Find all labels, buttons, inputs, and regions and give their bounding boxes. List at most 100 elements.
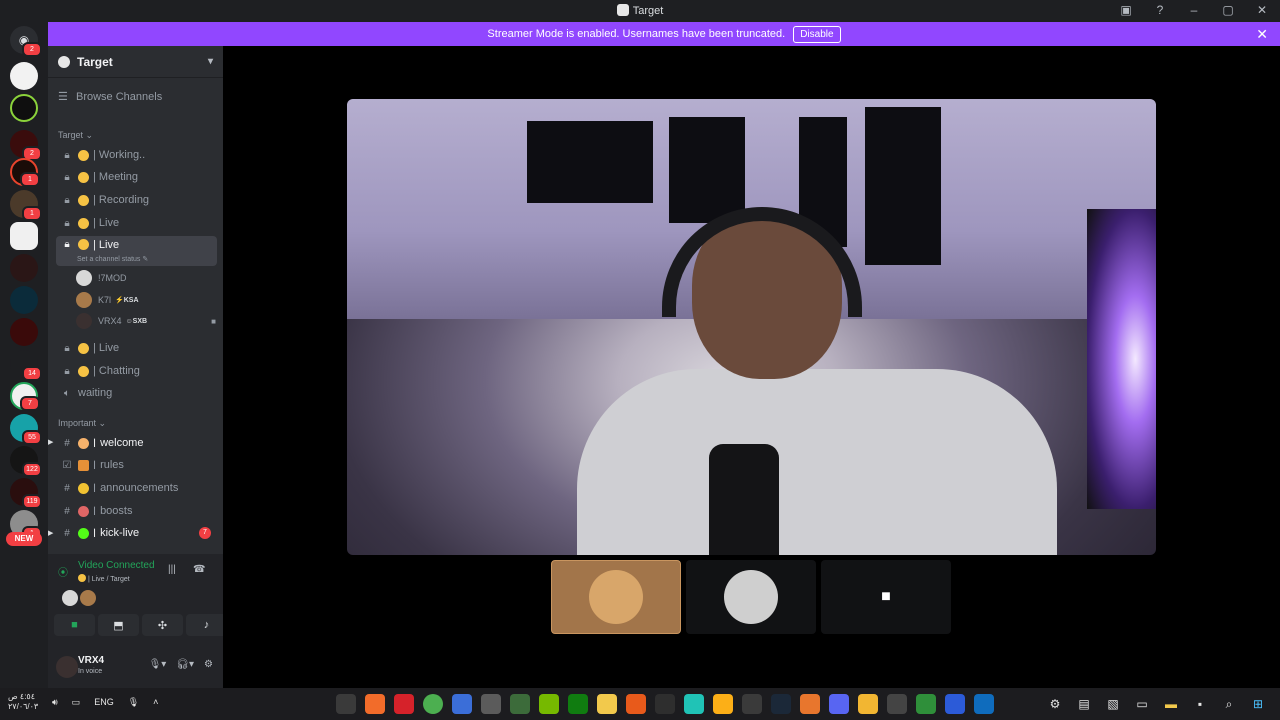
- server-icon[interactable]: 14: [10, 350, 42, 381]
- language-indicator[interactable]: ENG: [94, 697, 114, 708]
- category-important[interactable]: Important ⌄: [58, 418, 106, 429]
- app-icon[interactable]: ▤: [1074, 694, 1094, 714]
- app-icon[interactable]: [336, 694, 356, 714]
- chrome-icon[interactable]: [423, 694, 443, 714]
- microphone-icon[interactable]: 🎙︎: [128, 697, 139, 708]
- photos-icon[interactable]: ▧: [1103, 694, 1123, 714]
- camera-button[interactable]: ■: [54, 614, 95, 636]
- channel-waiting[interactable]: 🔈︎ waiting: [56, 383, 217, 403]
- app-icon[interactable]: [945, 694, 965, 714]
- epic-games-icon[interactable]: [655, 694, 675, 714]
- screen-share-button[interactable]: ⬒: [98, 614, 139, 636]
- channel-meeting[interactable]: 🔒︎ | Meeting: [56, 167, 217, 187]
- maximize-button[interactable]: ▢: [1220, 3, 1236, 17]
- voice-status-title[interactable]: Video Connected: [78, 560, 155, 571]
- opera-icon[interactable]: [394, 694, 414, 714]
- server-icon[interactable]: 1: [10, 190, 42, 221]
- app-icon[interactable]: [452, 694, 472, 714]
- voice-member[interactable]: K7l ⚡KSA: [76, 291, 216, 309]
- server-header[interactable]: Target ▾: [48, 46, 223, 78]
- app-icon[interactable]: [887, 694, 907, 714]
- channel-status[interactable]: Set a channel status ✎: [77, 255, 148, 263]
- app-icon[interactable]: ▪: [1190, 694, 1210, 714]
- category-target[interactable]: Target ⌄: [58, 130, 93, 141]
- app-icon[interactable]: [916, 694, 936, 714]
- app-icon[interactable]: [597, 694, 617, 714]
- minimize-button[interactable]: –: [1186, 3, 1202, 17]
- app-icon[interactable]: [481, 694, 501, 714]
- channel-rules[interactable]: ☑ ا rules: [56, 455, 217, 475]
- server-icon[interactable]: 55: [10, 414, 42, 445]
- discord-icon[interactable]: [829, 694, 849, 714]
- outlook-icon[interactable]: [974, 694, 994, 714]
- app-icon[interactable]: ▭: [1132, 694, 1152, 714]
- chevron-up-icon[interactable]: ˄: [153, 697, 158, 708]
- channel-announcements[interactable]: # ا announcements: [56, 478, 217, 498]
- folder-icon[interactable]: ▬: [1161, 694, 1181, 714]
- gear-icon[interactable]: ⚙: [204, 659, 213, 670]
- disconnect-icon[interactable]: ☎: [193, 564, 205, 575]
- server-icon[interactable]: 122: [10, 446, 42, 477]
- server-icon[interactable]: [10, 318, 38, 346]
- activities-button[interactable]: ✣: [142, 614, 183, 636]
- app-icon[interactable]: [365, 694, 385, 714]
- server-icon[interactable]: [10, 286, 38, 314]
- inbox-icon[interactable]: ▣: [1118, 3, 1134, 17]
- microphone-icon[interactable]: 🎙︎▾: [149, 659, 167, 670]
- close-button[interactable]: ✕: [1254, 3, 1270, 17]
- server-icon[interactable]: [10, 254, 38, 282]
- help-icon[interactable]: ?: [1152, 3, 1168, 17]
- steam-icon[interactable]: [771, 694, 791, 714]
- channel-working[interactable]: 🔒︎ | Working..: [56, 145, 217, 165]
- server-icon[interactable]: [10, 62, 38, 90]
- noise-suppression-icon[interactable]: |||: [168, 564, 176, 575]
- voice-channel-path[interactable]: | Live / Target: [78, 574, 130, 583]
- taskbar-clock[interactable]: ٤:٥٤ ص ٢٧/٠٦/٠٣: [8, 692, 38, 712]
- app-icon[interactable]: [684, 694, 704, 714]
- server-icon[interactable]: [10, 94, 38, 122]
- app-icon[interactable]: [800, 694, 820, 714]
- voice-member[interactable]: VRX4 ☺SXB ■: [76, 312, 216, 330]
- avatar[interactable]: [56, 656, 78, 678]
- video-feed[interactable]: [347, 99, 1156, 555]
- xbox-icon[interactable]: [568, 694, 588, 714]
- new-unreads-pill[interactable]: NEW: [6, 532, 42, 546]
- server-icon[interactable]: 2: [10, 130, 42, 161]
- volume-icon[interactable]: 🔊︎: [52, 697, 58, 708]
- channel-recording[interactable]: 🔒︎ | Recording: [56, 190, 217, 210]
- voice-member[interactable]: !7MOD: [76, 269, 216, 287]
- app-icon[interactable]: [626, 694, 646, 714]
- channel-welcome[interactable]: # ا welcome: [56, 433, 217, 453]
- channel-kick-live[interactable]: # ا kick-live 7: [56, 523, 217, 543]
- browse-channels[interactable]: ☰ Browse Channels: [58, 90, 162, 103]
- server-icon[interactable]: 119: [10, 478, 42, 509]
- settings-icon[interactable]: ⚙: [1045, 694, 1065, 714]
- search-icon[interactable]: ⌕: [1219, 694, 1239, 714]
- headphones-icon[interactable]: 🎧︎▾: [176, 659, 194, 670]
- disable-button[interactable]: Disable: [793, 25, 841, 43]
- channel-live-1[interactable]: 🔒︎ | Live: [56, 213, 217, 233]
- soundboard-button[interactable]: ♪: [186, 614, 227, 636]
- signal-icon[interactable]: ⦿: [58, 564, 68, 579]
- participant-tile[interactable]: ■: [821, 560, 951, 634]
- home-button[interactable]: ◉ 2: [10, 26, 42, 57]
- activities-icon: ✣: [157, 619, 168, 632]
- app-icon[interactable]: [858, 694, 878, 714]
- server-icon[interactable]: 1: [10, 158, 40, 187]
- display-icon[interactable]: ▭: [72, 697, 81, 708]
- participant-tile[interactable]: [551, 560, 681, 634]
- close-icon[interactable]: ✕: [1256, 26, 1268, 43]
- server-icon-selected[interactable]: [10, 222, 38, 250]
- participant-tile[interactable]: [686, 560, 816, 634]
- username[interactable]: VRX4: [78, 655, 104, 666]
- channel-boosts[interactable]: # ا boosts: [56, 501, 217, 521]
- video-camera-icon: ■: [71, 619, 78, 631]
- channel-chatting[interactable]: 🔒︎ | Chatting: [56, 361, 217, 381]
- app-icon[interactable]: [742, 694, 762, 714]
- nvidia-icon[interactable]: [539, 694, 559, 714]
- start-icon[interactable]: ⊞: [1248, 694, 1268, 714]
- channel-live-2[interactable]: 🔒︎ | Live: [56, 338, 217, 358]
- app-icon[interactable]: [510, 694, 530, 714]
- server-icon[interactable]: 7: [10, 382, 40, 411]
- rockstar-icon[interactable]: [713, 694, 733, 714]
